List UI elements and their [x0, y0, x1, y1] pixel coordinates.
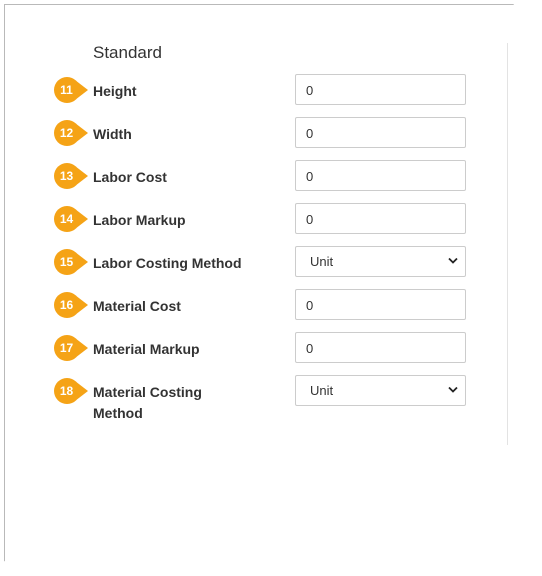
material-costing-method-label: Material Costing Method [93, 384, 202, 421]
material-cost-label: Material Cost [93, 298, 181, 314]
width-label: Width [93, 126, 132, 142]
field-row-labor-costing-method: 15 Labor Costing Method Unit [5, 246, 505, 278]
badge-number: 13 [59, 169, 74, 183]
callout-badge-15: 15 [53, 248, 88, 276]
height-label: Height [93, 83, 137, 99]
badge-number: 12 [59, 126, 74, 140]
selected-value: Unit [310, 254, 334, 269]
labor-markup-input[interactable]: 0 [295, 203, 466, 234]
field-row-labor-markup: 14 Labor Markup 0 [5, 203, 505, 235]
badge-number: 18 [59, 384, 74, 398]
field-row-labor-cost: 13 Labor Cost 0 [5, 160, 505, 192]
labor-costing-method-label: Labor Costing Method [93, 255, 242, 271]
callout-badge-11: 11 [53, 76, 88, 104]
material-cost-input[interactable]: 0 [295, 289, 466, 320]
field-row-material-cost: 16 Material Cost 0 [5, 289, 505, 321]
field-row-height: 11 Height 0 [5, 74, 505, 106]
badge-number: 14 [59, 212, 74, 226]
field-row-material-costing-method: 18 Material Costing Method Unit [5, 375, 505, 425]
labor-costing-method-select[interactable]: Unit [295, 246, 466, 277]
callout-badge-16: 16 [53, 291, 88, 319]
callout-badge-12: 12 [53, 119, 88, 147]
height-input[interactable]: 0 [295, 74, 466, 105]
selected-value: Unit [310, 383, 334, 398]
labor-cost-label: Labor Cost [93, 169, 167, 185]
field-row-width: 12 Width 0 [5, 117, 505, 149]
field-row-material-markup: 17 Material Markup 0 [5, 332, 505, 364]
width-input[interactable]: 0 [295, 117, 466, 148]
callout-badge-17: 17 [53, 334, 88, 362]
badge-number: 11 [60, 83, 73, 97]
material-markup-label: Material Markup [93, 341, 200, 357]
badge-number: 15 [59, 255, 74, 269]
callout-badge-18: 18 [53, 377, 88, 405]
badge-number: 17 [59, 341, 74, 355]
screenshot-panel: Standard 11 Height 0 12 Width 0 13 Labor… [4, 4, 524, 566]
callout-badge-13: 13 [53, 162, 88, 190]
badge-number: 16 [59, 298, 74, 312]
chevron-down-icon [448, 257, 458, 264]
section-title: Standard [93, 43, 162, 62]
callout-badge-14: 14 [53, 205, 88, 233]
labor-markup-label: Labor Markup [93, 212, 186, 228]
material-costing-method-select[interactable]: Unit [295, 375, 466, 406]
column-divider [507, 43, 508, 445]
material-markup-input[interactable]: 0 [295, 332, 466, 363]
chevron-down-icon [448, 386, 458, 393]
labor-cost-input[interactable]: 0 [295, 160, 466, 191]
